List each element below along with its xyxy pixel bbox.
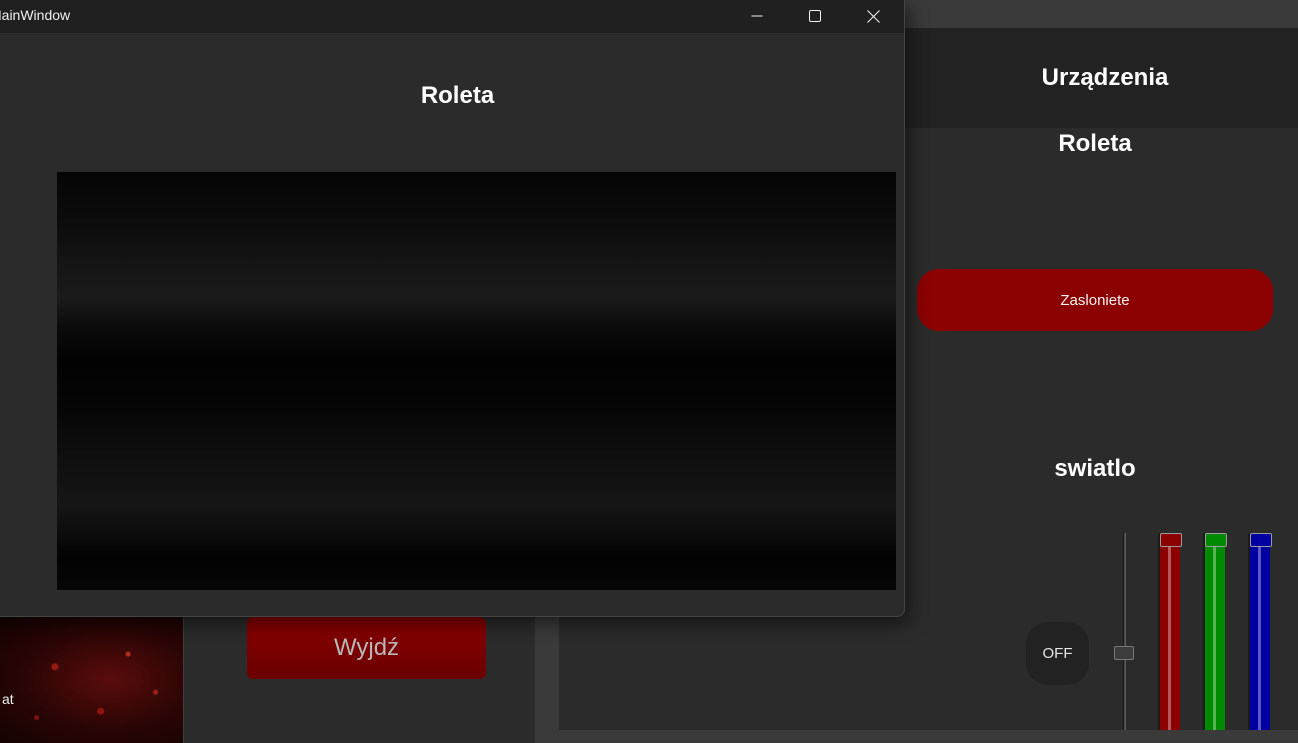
- window-heading: Roleta: [420, 82, 495, 109]
- brightness-slider[interactable]: [1123, 533, 1126, 730]
- maximize-icon: [809, 10, 821, 22]
- devices-header-title: Urządzenia: [1041, 64, 1169, 91]
- maximize-button[interactable]: [786, 0, 844, 32]
- red-slider-line: [1168, 547, 1171, 730]
- exit-button[interactable]: Wyjdź: [247, 617, 486, 679]
- close-button[interactable]: [844, 0, 902, 32]
- blind-visualization: [57, 172, 896, 590]
- main-window: MainWindow Roleta: [0, 0, 905, 617]
- minimize-button[interactable]: [728, 0, 786, 32]
- blue-slider-line: [1258, 547, 1261, 730]
- roleta-toggle-button[interactable]: Zasloniete: [917, 269, 1273, 331]
- blue-slider[interactable]: [1248, 533, 1272, 730]
- swiatlo-section-title: swiatlo: [1054, 455, 1136, 482]
- image-tile-label: at: [2, 691, 14, 707]
- red-slider-thumb[interactable]: [1160, 533, 1182, 547]
- green-slider[interactable]: [1203, 533, 1227, 730]
- window-titlebar[interactable]: MainWindow: [0, 0, 904, 33]
- roleta-section-title: Roleta: [1058, 130, 1132, 157]
- red-slider[interactable]: [1158, 533, 1182, 730]
- blue-slider-thumb[interactable]: [1250, 533, 1272, 547]
- minimize-icon: [751, 15, 763, 17]
- green-slider-line: [1213, 547, 1216, 730]
- brightness-slider-thumb[interactable]: [1114, 646, 1134, 661]
- window-title: MainWindow: [0, 7, 71, 23]
- green-slider-thumb[interactable]: [1205, 533, 1227, 547]
- tile-divider: [183, 616, 184, 743]
- close-icon: [866, 9, 880, 23]
- light-off-button[interactable]: OFF: [1026, 622, 1089, 685]
- background-image-tile[interactable]: at: [0, 616, 183, 743]
